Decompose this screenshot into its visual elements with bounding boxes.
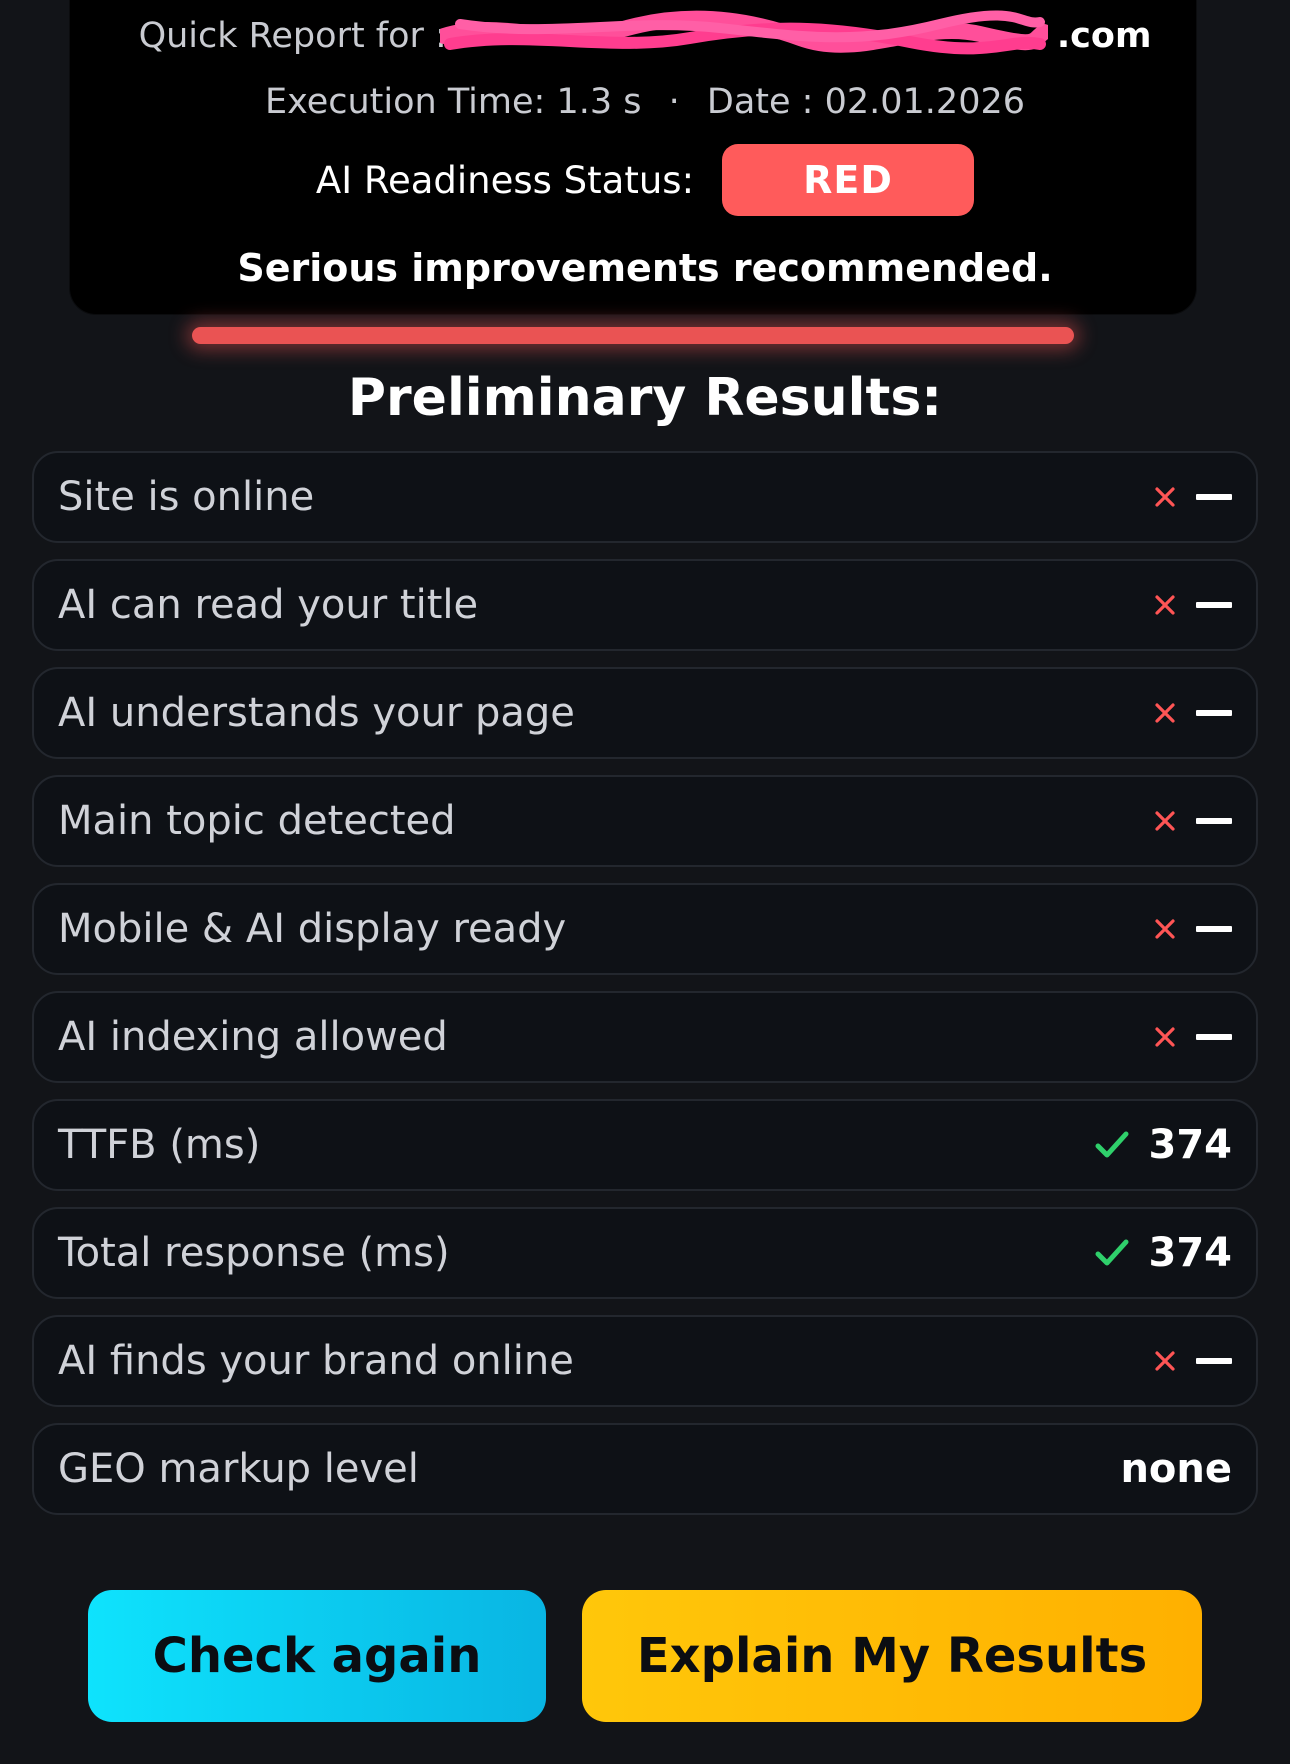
check-icon — [1095, 1239, 1128, 1266]
result-status: none — [1120, 1425, 1232, 1513]
result-row: Main topic detected — [32, 775, 1258, 867]
result-status — [1154, 993, 1232, 1081]
dash-icon — [1196, 494, 1232, 500]
separator-dot: · — [668, 82, 680, 122]
x-icon — [1155, 1027, 1175, 1047]
dash-icon — [1196, 1358, 1232, 1364]
results-title: Preliminary Results: — [347, 368, 943, 428]
result-row: AI understands your page — [32, 667, 1258, 759]
result-row: GEO markup level none — [32, 1423, 1258, 1515]
readiness-status-row: AI Readiness Status: RED — [0, 144, 1290, 216]
x-icon — [1155, 919, 1175, 939]
result-status: 374 — [1095, 1101, 1233, 1189]
result-label: AI indexing allowed — [58, 1014, 448, 1060]
x-icon — [1155, 703, 1175, 723]
explain-results-button[interactable]: Explain My Results — [582, 1590, 1202, 1722]
result-status — [1154, 777, 1232, 865]
result-status — [1154, 453, 1232, 541]
quick-report-label: Quick Report for : — [138, 16, 447, 56]
report-page: Quick Report for : .com Execution Time: 1… — [0, 0, 1290, 1764]
recommendation-text: Serious improvements recommended. — [237, 246, 1053, 290]
dash-icon — [1196, 926, 1232, 932]
redaction-scribble — [440, 10, 1048, 55]
result-value: 374 — [1148, 1230, 1233, 1276]
result-row: AI can read your title — [32, 559, 1258, 651]
result-value: none — [1120, 1446, 1232, 1492]
dash-icon — [1196, 602, 1232, 608]
result-row: Site is online — [32, 451, 1258, 543]
result-label: GEO markup level — [58, 1446, 419, 1492]
result-status — [1154, 669, 1232, 757]
result-label: AI can read your title — [58, 582, 479, 628]
date-value: 02.01.2026 — [824, 82, 1026, 122]
result-row: AI finds your brand online — [32, 1315, 1258, 1407]
dash-icon — [1196, 1034, 1232, 1040]
result-row: AI indexing allowed — [32, 991, 1258, 1083]
result-label: Main topic detected — [58, 798, 456, 844]
result-row: Mobile & AI display ready — [32, 883, 1258, 975]
x-icon — [1155, 595, 1175, 615]
x-icon — [1155, 811, 1175, 831]
dash-icon — [1196, 818, 1232, 824]
result-label: TTFB (ms) — [58, 1122, 261, 1168]
status-bar — [192, 327, 1074, 344]
check-icon — [1095, 1131, 1128, 1158]
result-row: TTFB (ms) 374 — [32, 1099, 1258, 1191]
check-again-button[interactable]: Check again — [88, 1590, 546, 1722]
result-label: Total response (ms) — [58, 1230, 450, 1276]
result-status: 374 — [1095, 1209, 1233, 1297]
readiness-status-label: AI Readiness Status: — [315, 158, 695, 202]
x-icon — [1155, 1351, 1175, 1371]
result-label: AI finds your brand online — [58, 1338, 574, 1384]
results-list: Site is online AI can read your title AI u… — [32, 451, 1258, 1531]
date-label: Date : — [706, 82, 814, 122]
result-label: Mobile & AI display ready — [58, 906, 567, 952]
result-label: AI understands your page — [58, 690, 575, 736]
result-value: 374 — [1148, 1122, 1233, 1168]
result-status — [1154, 885, 1232, 973]
execution-line: Execution Time: 1.3 s · Date : 02.01.202… — [0, 82, 1290, 122]
result-status — [1154, 1317, 1232, 1405]
status-badge: RED — [722, 144, 975, 216]
dash-icon — [1196, 710, 1232, 716]
result-status — [1154, 561, 1232, 649]
execution-time-value: 1.3 s — [556, 82, 642, 122]
report-domain: .com — [1056, 16, 1152, 56]
result-row: Total response (ms) 374 — [32, 1207, 1258, 1299]
result-label: Site is online — [58, 474, 315, 520]
x-icon — [1155, 487, 1175, 507]
execution-time-label: Execution Time: — [264, 82, 546, 122]
